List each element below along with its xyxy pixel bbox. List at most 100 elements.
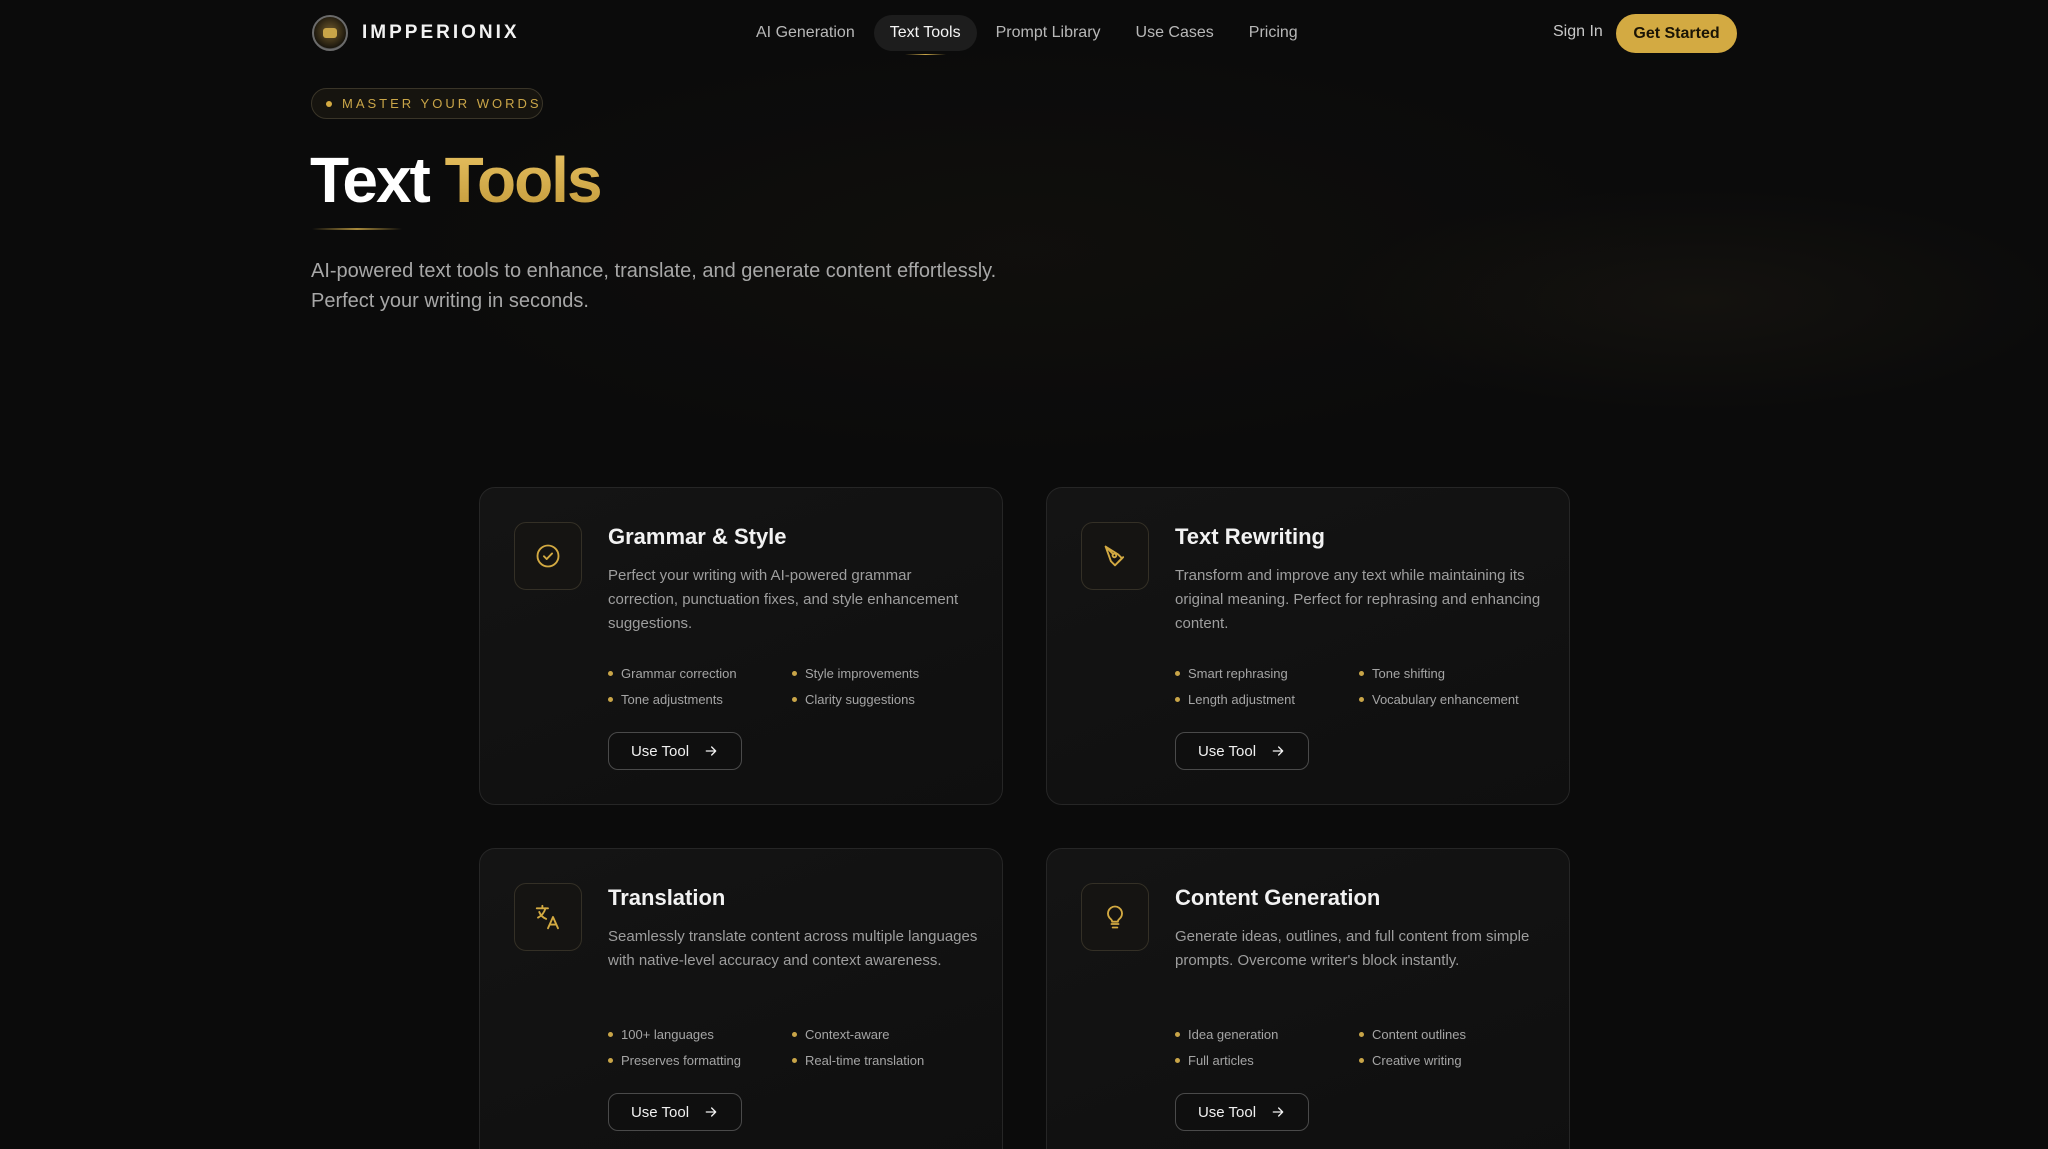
bullet-icon (608, 1031, 613, 1037)
bullet-icon (1359, 1057, 1364, 1063)
page-subtitle-line-1: AI-powered text tools to enhance, transl… (311, 260, 997, 282)
feature-item: Real-time translation (792, 1051, 988, 1069)
bullet-icon (1359, 670, 1364, 676)
feature-label: Context-aware (805, 1026, 890, 1042)
card-title: Content Generation (1175, 885, 1381, 910)
bullet-icon (792, 1031, 797, 1037)
feature-item: Vocabulary enhancement (1359, 690, 1555, 708)
bullet-icon (792, 670, 797, 676)
feature-item: Tone adjustments (608, 690, 792, 708)
nav-links: AI Generation Text Tools Prompt Library … (740, 14, 1317, 55)
bullet-icon (1175, 696, 1180, 702)
feature-label: Length adjustment (1188, 691, 1295, 707)
card-description: Perfect your writing with AI-powered gra… (608, 567, 959, 632)
bullet-icon (1175, 670, 1180, 676)
feature-item: Content outlines (1359, 1025, 1555, 1043)
feature-label: Real-time translation (805, 1052, 925, 1068)
feature-label: Full articles (1188, 1052, 1254, 1068)
feature-label: Idea generation (1188, 1026, 1279, 1042)
tool-card-text-rewriting: Text Rewriting Transform and improve any… (1046, 487, 1570, 805)
feature-item: Preserves formatting (608, 1051, 792, 1069)
feature-list: Smart rephrasing Tone shifting Length ad… (1175, 664, 1555, 708)
feature-label: Creative writing (1372, 1052, 1462, 1068)
lightbulb-icon (1081, 883, 1149, 951)
use-tool-button[interactable]: Use Tool (608, 1093, 742, 1131)
card-title: Grammar & Style (608, 524, 787, 549)
page-subtitle-line-2: Perfect your writing in seconds. (311, 290, 589, 312)
feature-list: Idea generation Content outlines Full ar… (1175, 1025, 1555, 1069)
brand[interactable]: IMPPERIONIX (312, 14, 520, 52)
translate-icon (514, 883, 582, 951)
feature-item: 100+ languages (608, 1025, 792, 1043)
feature-label: Tone adjustments (621, 691, 723, 707)
badge-dot-icon (326, 100, 332, 107)
pen-tool-icon (1081, 522, 1149, 590)
bullet-icon (792, 696, 797, 702)
feature-list: Grammar correction Style improvements To… (608, 664, 988, 708)
feature-item: Clarity suggestions (792, 690, 988, 708)
feature-item: Tone shifting (1359, 664, 1555, 682)
feature-item: Style improvements (792, 664, 988, 682)
card-title: Text Rewriting (1175, 524, 1325, 549)
feature-label: Preserves formatting (621, 1052, 741, 1068)
tool-card-content-generation: Content Generation Generate ideas, outli… (1046, 848, 1570, 1149)
use-tool-label: Use Tool (1197, 1103, 1257, 1121)
bullet-icon (1359, 1031, 1364, 1037)
sign-in-link[interactable]: Sign In (1553, 23, 1603, 41)
feature-label: Clarity suggestions (805, 691, 915, 707)
top-navbar: IMPPERIONIX AI Generation Text Tools Pro… (0, 0, 2048, 66)
page-title-accent: Tools (444, 144, 603, 216)
card-title: Translation (608, 885, 726, 910)
feature-label: Tone shifting (1372, 665, 1445, 681)
feature-item: Full articles (1175, 1051, 1359, 1069)
title-divider (312, 228, 402, 230)
card-description: Seamlessly translate content across mult… (608, 928, 978, 969)
feature-item: Length adjustment (1175, 690, 1359, 708)
use-tool-button[interactable]: Use Tool (608, 732, 742, 770)
brand-name: IMPPERIONIX (362, 22, 520, 43)
bullet-icon (608, 670, 613, 676)
check-circle-icon (514, 522, 582, 590)
arrow-right-icon (705, 1107, 717, 1117)
section-badge: MASTER YOUR WORDS (311, 88, 543, 119)
brand-logo-icon (312, 15, 348, 51)
arrow-right-icon (1272, 746, 1284, 756)
tool-card-grammar-style: Grammar & Style Perfect your writing wit… (479, 487, 1003, 805)
feature-item: Grammar correction (608, 664, 792, 682)
nav-link-text-tools[interactable]: Text Tools (873, 15, 977, 55)
page: IMPPERIONIX AI Generation Text Tools Pro… (0, 0, 2048, 1149)
nav-link-ai-generation[interactable]: AI Generation (740, 15, 871, 51)
feature-label: Vocabulary enhancement (1372, 691, 1519, 707)
feature-label: Content outlines (1372, 1026, 1466, 1042)
arrow-right-icon (705, 746, 717, 756)
arrow-right-icon (1272, 1107, 1284, 1117)
use-tool-button[interactable]: Use Tool (1175, 1093, 1309, 1131)
bullet-icon (1175, 1057, 1180, 1063)
card-description: Generate ideas, outlines, and full conte… (1175, 928, 1530, 969)
feature-label: Grammar correction (621, 665, 737, 681)
feature-list: 100+ languages Context-aware Preserves f… (608, 1025, 988, 1069)
get-started-button[interactable]: Get Started (1616, 14, 1737, 53)
feature-item: Creative writing (1359, 1051, 1555, 1069)
bullet-icon (608, 1057, 613, 1063)
badge-text: MASTER YOUR WORDS (342, 96, 542, 111)
use-tool-label: Use Tool (630, 742, 690, 760)
feature-label: 100+ languages (621, 1026, 714, 1042)
bullet-icon (608, 696, 613, 702)
feature-item: Smart rephrasing (1175, 664, 1359, 682)
use-tool-button[interactable]: Use Tool (1175, 732, 1309, 770)
feature-label: Style improvements (805, 665, 920, 681)
feature-item: Idea generation (1175, 1025, 1359, 1043)
tool-card-translation: Translation Seamlessly translate content… (479, 848, 1003, 1149)
nav-link-pricing[interactable]: Pricing (1233, 15, 1314, 51)
page-subtitle: AI-powered text tools to enhance, transl… (311, 256, 1071, 316)
use-tool-label: Use Tool (630, 1103, 690, 1121)
bullet-icon (1359, 696, 1364, 702)
nav-link-use-cases[interactable]: Use Cases (1120, 15, 1230, 51)
nav-link-prompt-library[interactable]: Prompt Library (980, 15, 1117, 51)
bullet-icon (792, 1057, 797, 1063)
page-title-plain: Text (310, 144, 431, 216)
feature-item: Context-aware (792, 1025, 988, 1043)
bullet-icon (1175, 1031, 1180, 1037)
card-description: Transform and improve any text while mai… (1175, 567, 1541, 632)
